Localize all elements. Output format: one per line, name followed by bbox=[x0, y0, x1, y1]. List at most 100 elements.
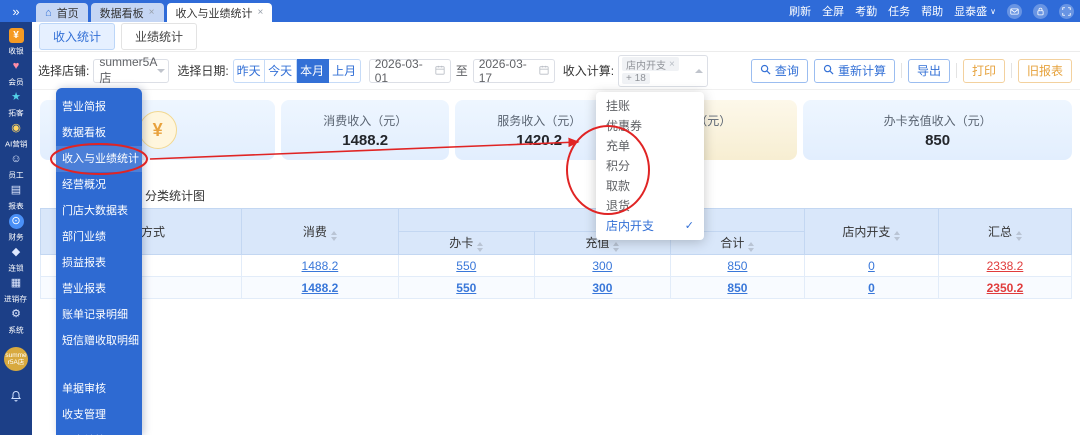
calendar-icon bbox=[435, 64, 445, 78]
topbar-actions: 刷新 全屏 考勤 任务 帮助 显泰盛 ∨ bbox=[789, 0, 1074, 22]
sort-icon[interactable] bbox=[477, 242, 484, 252]
option-store-expense[interactable]: 店内开支 ✓ bbox=[596, 216, 704, 236]
cell-link[interactable]: 0 bbox=[868, 259, 875, 273]
sidebar-item-member[interactable]: ♥ 会员 bbox=[0, 58, 32, 89]
user-menu[interactable]: 显泰盛 ∨ bbox=[954, 3, 996, 19]
old-report-button[interactable]: 旧报表 bbox=[1017, 58, 1072, 83]
finance-flyout-menu: 营业简报 数据看板 收入与业绩统计 经营概况 门店大数据表 部门业绩 损益报表 … bbox=[56, 88, 142, 435]
tab-label: 首页 bbox=[56, 7, 79, 20]
sidebar-item-chain[interactable]: ◆ 连锁 bbox=[0, 244, 32, 275]
message-icon[interactable] bbox=[1007, 3, 1022, 19]
quick-today-button[interactable]: 今天 bbox=[264, 58, 297, 83]
menu-item-business-brief[interactable]: 营业简报 bbox=[56, 94, 142, 120]
date-from-input[interactable]: 2026-03-01 bbox=[368, 56, 451, 85]
store-avatar[interactable]: summer5A店 bbox=[4, 347, 28, 371]
sort-icon[interactable] bbox=[894, 230, 901, 241]
quick-this-month-button[interactable]: 本月 bbox=[296, 58, 329, 83]
print-button[interactable]: 打印 bbox=[962, 58, 1005, 83]
menu-item-document-review[interactable]: 单据审核 bbox=[56, 376, 142, 402]
attendance-button[interactable]: 考勤 bbox=[855, 3, 877, 19]
cell-link[interactable]: 2338.2 bbox=[987, 259, 1024, 273]
menu-item-operation-overview[interactable]: 经营概况 bbox=[56, 172, 142, 198]
cell-link[interactable]: 1488.2 bbox=[302, 281, 339, 295]
tab-performance-stats[interactable]: 业绩统计 bbox=[121, 23, 198, 50]
tab-data-dashboard[interactable]: 数据看板 × bbox=[90, 3, 164, 22]
sidebar-item-inventory[interactable]: ▦ 进销存 bbox=[0, 275, 32, 306]
close-icon[interactable]: × bbox=[258, 7, 264, 18]
cell-link[interactable]: 550 bbox=[456, 281, 476, 295]
menu-item-profit-loss[interactable]: 损益报表 bbox=[56, 250, 142, 276]
chevron-down-icon: ∨ bbox=[990, 6, 996, 16]
store-select[interactable]: summer5A店 bbox=[93, 55, 170, 85]
user-name: 显泰盛 bbox=[954, 6, 988, 18]
sort-icon[interactable] bbox=[1015, 230, 1022, 241]
sidebar-item-customer-acquisition[interactable]: ★ 拓客 bbox=[0, 89, 32, 120]
sort-icon[interactable] bbox=[330, 230, 337, 241]
tasks-button[interactable]: 任务 bbox=[888, 3, 910, 19]
menu-item-sms-records[interactable]: 短信赠收取明细 bbox=[56, 328, 142, 354]
sidebar-item-staff[interactable]: ☺ 员工 bbox=[0, 151, 32, 182]
option-credit[interactable]: 挂账 bbox=[596, 96, 704, 116]
date-from-value: 2026-03-01 bbox=[374, 56, 423, 85]
cell-link[interactable]: 300 bbox=[592, 259, 612, 273]
menu-item-store-bigdata[interactable]: 门店大数据表 bbox=[56, 198, 142, 224]
tab-income-stats[interactable]: 收入统计 bbox=[39, 23, 116, 50]
menu-item-business-report[interactable]: 营业报表 bbox=[56, 276, 142, 302]
menu-item-department-performance[interactable]: 部门业绩 bbox=[56, 224, 142, 250]
calendar-icon bbox=[539, 64, 549, 78]
sidebar-collapse-button[interactable]: » bbox=[0, 0, 32, 22]
option-points[interactable]: 积分 bbox=[596, 156, 704, 176]
tag-close-icon[interactable]: × bbox=[669, 59, 675, 70]
cell-link[interactable]: 300 bbox=[592, 281, 612, 295]
sidebar-item-ai-marketing[interactable]: ◉ AI营销 bbox=[0, 120, 32, 151]
sidebar-item-system[interactable]: ⚙ 系统 bbox=[0, 306, 32, 337]
cell-link[interactable]: 850 bbox=[727, 259, 747, 273]
window-tabs: ⌂ 首页 数据看板 × 收入与业绩统计 × bbox=[36, 3, 273, 22]
caret-up-icon bbox=[695, 68, 704, 73]
option-coupon[interactable]: 优惠券 bbox=[596, 116, 704, 136]
menu-item-month-end[interactable]: 月末结算 bbox=[56, 428, 142, 435]
sort-icon[interactable] bbox=[748, 242, 755, 252]
query-button[interactable]: 查询 bbox=[750, 58, 808, 83]
quick-yesterday-button[interactable]: 昨天 bbox=[232, 58, 265, 83]
tab-home[interactable]: ⌂ 首页 bbox=[36, 3, 88, 22]
tab-income-statistics[interactable]: 收入与业绩统计 × bbox=[166, 3, 273, 22]
cell-link[interactable]: 850 bbox=[727, 281, 747, 295]
option-return[interactable]: 退货 bbox=[596, 196, 704, 216]
cell-link[interactable]: 2350.2 bbox=[987, 281, 1024, 295]
menu-item-income-performance[interactable]: 收入与业绩统计 bbox=[56, 146, 142, 172]
bell-icon[interactable] bbox=[10, 389, 22, 407]
col-header-consume[interactable]: 消费 bbox=[241, 208, 399, 255]
option-withdraw[interactable]: 取款 bbox=[596, 176, 704, 196]
date-to-input[interactable]: 2026-03-17 bbox=[472, 57, 555, 85]
income-calc-label: 收入计算: bbox=[562, 64, 615, 78]
tab-category-chart[interactable]: 分类统计图 bbox=[145, 187, 205, 204]
inventory-icon: ▦ bbox=[10, 277, 22, 289]
quick-last-month-button[interactable]: 上月 bbox=[328, 58, 361, 83]
option-recharge-order[interactable]: 充单 bbox=[596, 136, 704, 156]
close-icon[interactable]: × bbox=[149, 7, 155, 18]
date-label: 选择日期: bbox=[177, 64, 229, 78]
cell-link[interactable]: 0 bbox=[868, 281, 875, 295]
lock-icon[interactable] bbox=[1033, 3, 1048, 19]
menu-item-data-dashboard[interactable]: 数据看板 bbox=[56, 120, 142, 146]
sidebar-item-reports[interactable]: ▤ 报表 bbox=[0, 182, 32, 213]
cell-link[interactable]: 550 bbox=[456, 259, 476, 273]
refresh-button[interactable]: 刷新 bbox=[789, 3, 811, 19]
help-button[interactable]: 帮助 bbox=[921, 3, 943, 19]
menu-item-income-expense[interactable]: 收支管理 bbox=[56, 402, 142, 428]
staff-icon: ☺ bbox=[10, 153, 22, 165]
export-button[interactable]: 导出 bbox=[907, 58, 950, 83]
income-calc-multiselect[interactable]: 店内开支 × + 18 bbox=[618, 54, 709, 87]
sidebar-item-finance[interactable]: ⊙ 财务 bbox=[0, 213, 32, 244]
sort-icon[interactable] bbox=[613, 242, 620, 252]
col-header-sum[interactable]: 汇总 bbox=[937, 208, 1073, 255]
col-header-card[interactable]: 办卡 bbox=[397, 231, 535, 255]
fullscreen-button[interactable]: 全屏 bbox=[822, 3, 844, 19]
col-header-expense[interactable]: 店内开支 bbox=[803, 208, 939, 255]
recalculate-button[interactable]: 重新计算 bbox=[813, 58, 895, 83]
cell-link[interactable]: 1488.2 bbox=[302, 259, 339, 273]
expand-icon[interactable] bbox=[1059, 3, 1074, 19]
menu-item-bill-records[interactable]: 账单记录明细 bbox=[56, 302, 142, 328]
sidebar-item-cashier[interactable]: ¥ 收银 bbox=[0, 27, 32, 58]
